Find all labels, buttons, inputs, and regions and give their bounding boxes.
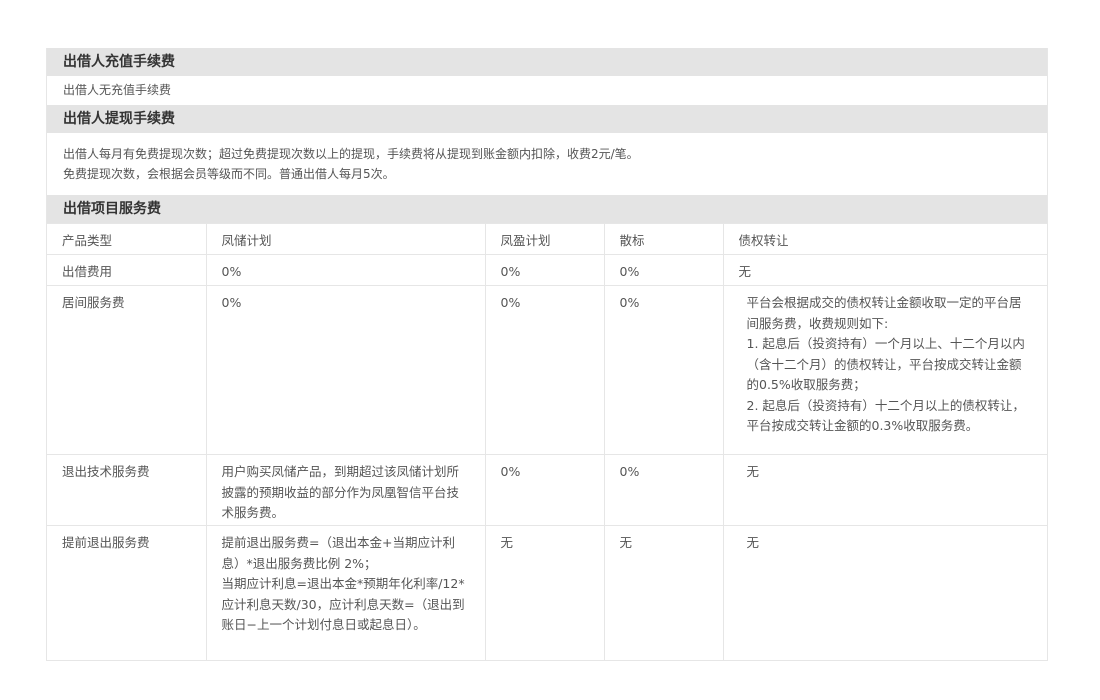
recharge-fee-title: 出借人充值手续费: [47, 48, 1047, 76]
row-label: 居间服务费: [47, 285, 207, 455]
table-row: 提前退出服务费 提前退出服务费=（退出本金+当期应计利息）*退出服务费比例 2%…: [47, 525, 1047, 660]
cell-zhaiquan: 无: [723, 454, 1047, 526]
cell-zhaiquan-text: 无: [746, 464, 760, 479]
withdraw-fee-line-2: 免费提现次数，会根据会员等级而不同。普通出借人每月5次。: [63, 167, 395, 181]
row-label: 退出技术服务费: [47, 454, 207, 526]
cell-sanbiao: 0%: [604, 254, 724, 286]
recharge-fee-text: 出借人无充值手续费: [63, 83, 172, 97]
cell-fengying: 0%: [485, 285, 605, 455]
cell-sanbiao: 无: [604, 525, 724, 660]
withdraw-fee-body: 出借人每月有免费提现次数；超过免费提现次数以上的提现，手续费将从提现到账金额内扣…: [47, 133, 1047, 195]
service-fee-title: 出借项目服务费: [47, 195, 1047, 223]
cell-sanbiao: 0%: [604, 285, 724, 455]
cell-fengying: 无: [485, 525, 605, 660]
cell-fengying: 0%: [485, 254, 605, 286]
cell-fengying: 0%: [485, 454, 605, 526]
cell-zhaiquan: 无: [723, 254, 1047, 286]
cell-fengchu: 0%: [206, 285, 486, 455]
table-row: 退出技术服务费 用户购买凤储产品，到期超过该凤储计划所披露的预期收益的部分作为凤…: [47, 454, 1047, 526]
table-row: 出借费用 0% 0% 0% 无: [47, 254, 1047, 286]
withdraw-fee-line-1: 出借人每月有免费提现次数；超过免费提现次数以上的提现，手续费将从提现到账金额内扣…: [63, 147, 639, 161]
row-label: 提前退出服务费: [47, 525, 207, 660]
column-header-fengchu: 凤储计划: [206, 223, 486, 255]
column-header-fengying: 凤盈计划: [485, 223, 605, 255]
table-header-row: 产品类型 凤储计划 凤盈计划 散标 债权转让: [47, 223, 1047, 255]
cell-fengchu: 0%: [206, 254, 486, 286]
service-fee-table: 产品类型 凤储计划 凤盈计划 散标 债权转让 出借费用 0% 0% 0% 无 居…: [47, 223, 1047, 660]
cell-zhaiquan: 无: [723, 525, 1047, 660]
column-header-product-type: 产品类型: [47, 223, 207, 255]
cell-zhaiquan: 平台会根据成交的债权转让金额收取一定的平台居间服务费，收费规则如下: 1. 起息…: [723, 285, 1047, 455]
table-row: 居间服务费 0% 0% 0% 平台会根据成交的债权转让金额收取一定的平台居间服务…: [47, 285, 1047, 455]
withdraw-fee-title: 出借人提现手续费: [47, 105, 1047, 133]
column-header-zhaiquan: 债权转让: [723, 223, 1047, 255]
cell-fengchu: 提前退出服务费=（退出本金+当期应计利息）*退出服务费比例 2%； 当期应计利息…: [206, 525, 486, 660]
transfer-fee-rules: 平台会根据成交的债权转让金额收取一定的平台居间服务费，收费规则如下: 1. 起息…: [746, 295, 1025, 433]
cell-fengchu: 用户购买凤储产品，到期超过该凤储计划所披露的预期收益的部分作为凤凰智信平台技术服…: [206, 454, 486, 526]
cell-zhaiquan-text: 无: [746, 535, 760, 550]
column-header-sanbiao: 散标: [604, 223, 724, 255]
cell-sanbiao: 0%: [604, 454, 724, 526]
fee-schedule: 出借人充值手续费 出借人无充值手续费 出借人提现手续费 出借人每月有免费提现次数…: [46, 48, 1048, 661]
row-label: 出借费用: [47, 254, 207, 286]
